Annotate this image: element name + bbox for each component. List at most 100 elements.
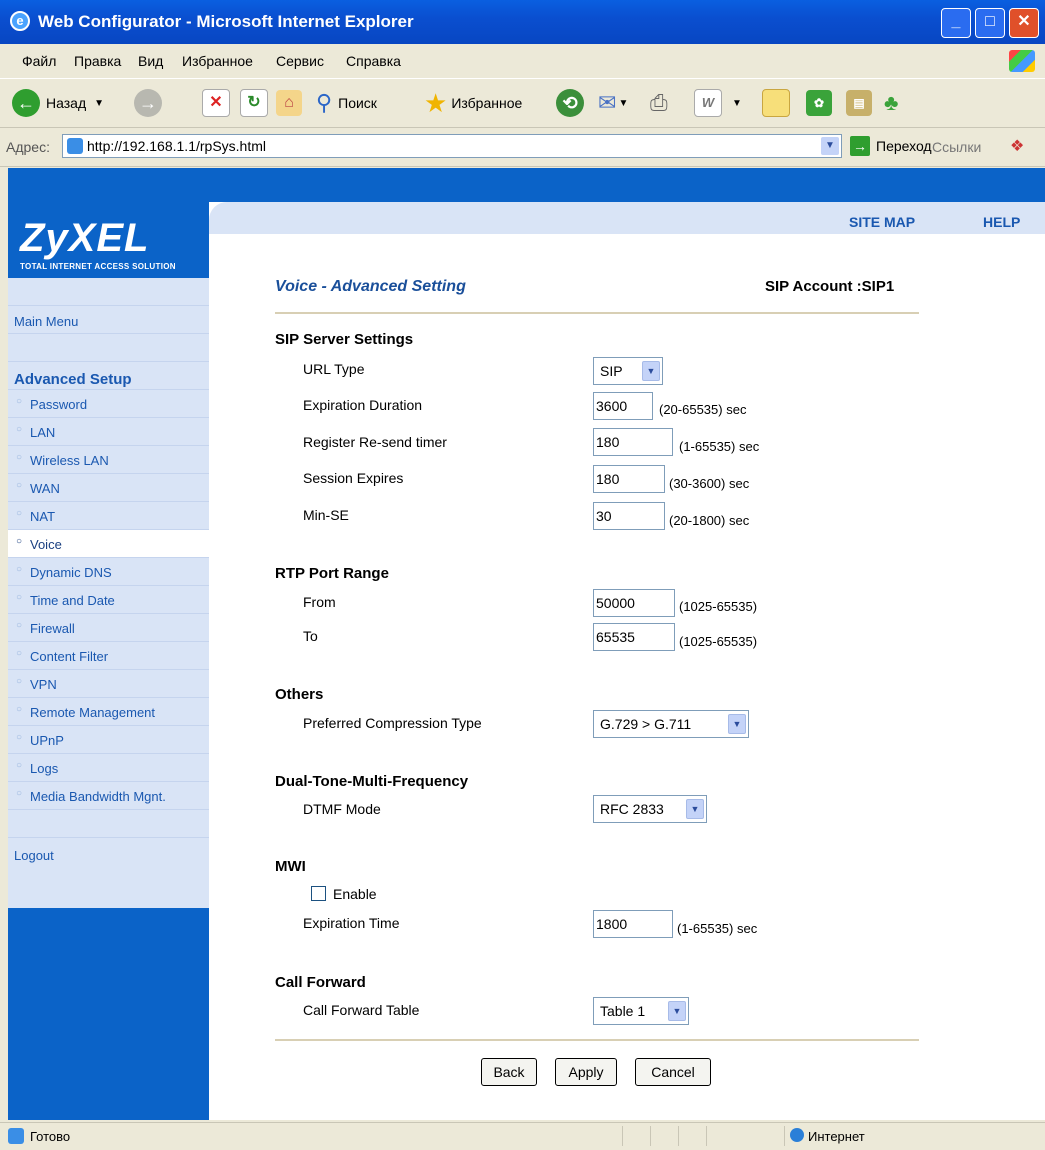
icq-button[interactable]: ✿	[806, 87, 832, 119]
stop-button[interactable]: ✕	[202, 87, 230, 119]
nav-main-menu[interactable]: Main Menu	[8, 306, 209, 334]
site-map-link[interactable]: SITE MAP	[849, 214, 915, 230]
rtp-to-label: To	[303, 628, 318, 644]
bullet-icon: ○	[16, 536, 23, 547]
nav-logout[interactable]: Logout	[8, 838, 209, 908]
go-button[interactable]: → Переход	[850, 136, 932, 156]
sidebar-item-label: WAN	[30, 481, 60, 496]
favorites-label: Избранное	[451, 95, 523, 111]
mwi-heading: MWI	[275, 858, 306, 875]
research-button[interactable]: ▤	[846, 87, 872, 119]
sidebar-item-remote-management[interactable]: ○ Remote Management	[8, 698, 209, 726]
min-se-input[interactable]: 30	[593, 502, 665, 530]
mwi-expiration-input[interactable]: 1800	[593, 910, 673, 938]
refresh-button[interactable]: ↻	[240, 87, 268, 119]
sidebar-item-wireless-lan[interactable]: ○ Wireless LAN	[8, 446, 209, 474]
bullet-icon: ○	[16, 760, 23, 771]
logo-name: ZyXEL	[20, 216, 150, 260]
help-link[interactable]: HELP	[983, 214, 1020, 230]
sidebar-item-label: Content Filter	[30, 649, 109, 664]
go-arrow-icon: →	[850, 136, 870, 156]
messenger-button[interactable]: ♣	[884, 87, 898, 119]
menu-edit[interactable]: Правка	[74, 53, 121, 69]
status-pane	[784, 1126, 785, 1146]
sidebar-item-nat[interactable]: ○ NAT	[8, 502, 209, 530]
bullet-icon: ○	[16, 396, 23, 407]
apply-button[interactable]: Apply	[555, 1058, 617, 1086]
menu-help[interactable]: Справка	[346, 53, 401, 69]
web-page: ZyXEL TOTAL INTERNET ACCESS SOLUTION Mai…	[8, 168, 1045, 1120]
page-title: Voice - Advanced Setting	[275, 278, 466, 295]
forward-button[interactable]: →	[134, 87, 162, 119]
address-url: http://192.168.1.1/rpSys.html	[87, 138, 266, 154]
minimize-button[interactable]: _	[941, 8, 971, 38]
ie-icon: e	[10, 11, 30, 31]
chevron-down-icon[interactable]: ▼	[821, 137, 839, 155]
favorites-button[interactable]: ★ Избранное	[424, 87, 522, 119]
sidebar-item-media-bandwidth-mgnt[interactable]: ○ Media Bandwidth Mgnt.	[8, 782, 209, 810]
sidebar-item-lan[interactable]: ○ LAN	[8, 418, 209, 446]
nav-advanced-setup[interactable]: Advanced Setup	[8, 362, 209, 390]
rtp-from-input[interactable]: 50000	[593, 589, 675, 617]
sidebar-item-label: NAT	[30, 509, 56, 524]
links-extra-icon[interactable]: ❖	[1010, 136, 1024, 156]
maximize-button[interactable]: □	[975, 8, 1005, 38]
bullet-icon: ○	[16, 732, 23, 743]
menu-view[interactable]: Вид	[138, 53, 163, 69]
back-form-button[interactable]: Back	[481, 1058, 537, 1086]
menu-tools[interactable]: Сервис	[276, 53, 324, 69]
bullet-icon: ○	[16, 424, 23, 435]
register-resend-input[interactable]: 180	[593, 428, 673, 456]
mwi-enable-checkbox[interactable]	[311, 886, 326, 901]
status-text: Готово	[30, 1129, 71, 1144]
compression-type-select[interactable]: G.729 > G.711 ▼	[593, 710, 749, 738]
history-button[interactable]: ⟲	[556, 87, 584, 119]
sidebar-item-content-filter[interactable]: ○ Content Filter	[8, 642, 209, 670]
address-input[interactable]: http://192.168.1.1/rpSys.html ▼	[62, 134, 842, 158]
dtmf-mode-select[interactable]: RFC 2833 ▼	[593, 795, 707, 823]
sidebar-item-dynamic-dns[interactable]: ○ Dynamic DNS	[8, 558, 209, 586]
expiration-duration-input[interactable]: 3600	[593, 392, 653, 420]
mail-button[interactable]: ✉ ▼	[598, 87, 628, 119]
url-type-select[interactable]: SIP ▼	[593, 357, 663, 385]
sidebar-item-logs[interactable]: ○ Logs	[8, 754, 209, 782]
sidebar-item-vpn[interactable]: ○ VPN	[8, 670, 209, 698]
dtmf-mode-label: DTMF Mode	[303, 801, 381, 817]
url-type-label: URL Type	[303, 361, 365, 377]
call-forward-table-select[interactable]: Table 1 ▼	[593, 997, 689, 1025]
address-label: Адрес:	[6, 139, 50, 155]
sidebar-item-wan[interactable]: ○ WAN	[8, 474, 209, 502]
close-button[interactable]: ✕	[1009, 8, 1039, 38]
print-button[interactable]: ⎙	[650, 87, 668, 119]
print-icon: ⎙	[650, 90, 668, 115]
sidebar-item-firewall[interactable]: ○ Firewall	[8, 614, 209, 642]
home-button[interactable]: ⌂	[276, 87, 302, 119]
status-bar: Готово Интернет	[0, 1122, 1045, 1150]
session-expires-input[interactable]: 180	[593, 465, 665, 493]
compression-type-value: G.729 > G.711	[600, 716, 692, 732]
search-button[interactable]: ⚲ Поиск	[316, 87, 377, 119]
page-icon	[67, 138, 83, 154]
zyxel-logo: ZyXEL TOTAL INTERNET ACCESS SOLUTION	[8, 202, 209, 278]
menu-file[interactable]: Файл	[22, 53, 56, 69]
cancel-button[interactable]: Cancel	[635, 1058, 711, 1086]
search-label: Поиск	[338, 95, 377, 111]
sidebar-item-time-and-date[interactable]: ○ Time and Date	[8, 586, 209, 614]
discuss-button[interactable]	[762, 87, 790, 119]
stop-icon: ✕	[202, 89, 230, 117]
expiration-duration-unit: (20-65535) sec	[659, 402, 747, 417]
sidebar-item-password[interactable]: ○ Password	[8, 390, 209, 418]
chevron-down-icon: ▼	[94, 97, 105, 109]
status-pane	[622, 1126, 623, 1146]
links-label[interactable]: Ссылки	[932, 139, 981, 155]
rtp-to-input[interactable]: 65535	[593, 623, 675, 651]
sidebar-item-voice[interactable]: ○ Voice	[8, 530, 209, 558]
edit-word-button[interactable]: W ▼	[694, 87, 742, 119]
sip-account-label: SIP Account :SIP1	[765, 278, 895, 295]
back-button[interactable]: ← Назад ▼	[12, 87, 104, 119]
sidebar-item-upnp[interactable]: ○ UPnP	[8, 726, 209, 754]
chevron-down-icon: ▼	[642, 361, 660, 381]
menu-favorites[interactable]: Избранное	[182, 53, 253, 69]
sidebar-item-label: Logs	[30, 761, 59, 776]
sidebar-item-label: Firewall	[30, 621, 75, 636]
